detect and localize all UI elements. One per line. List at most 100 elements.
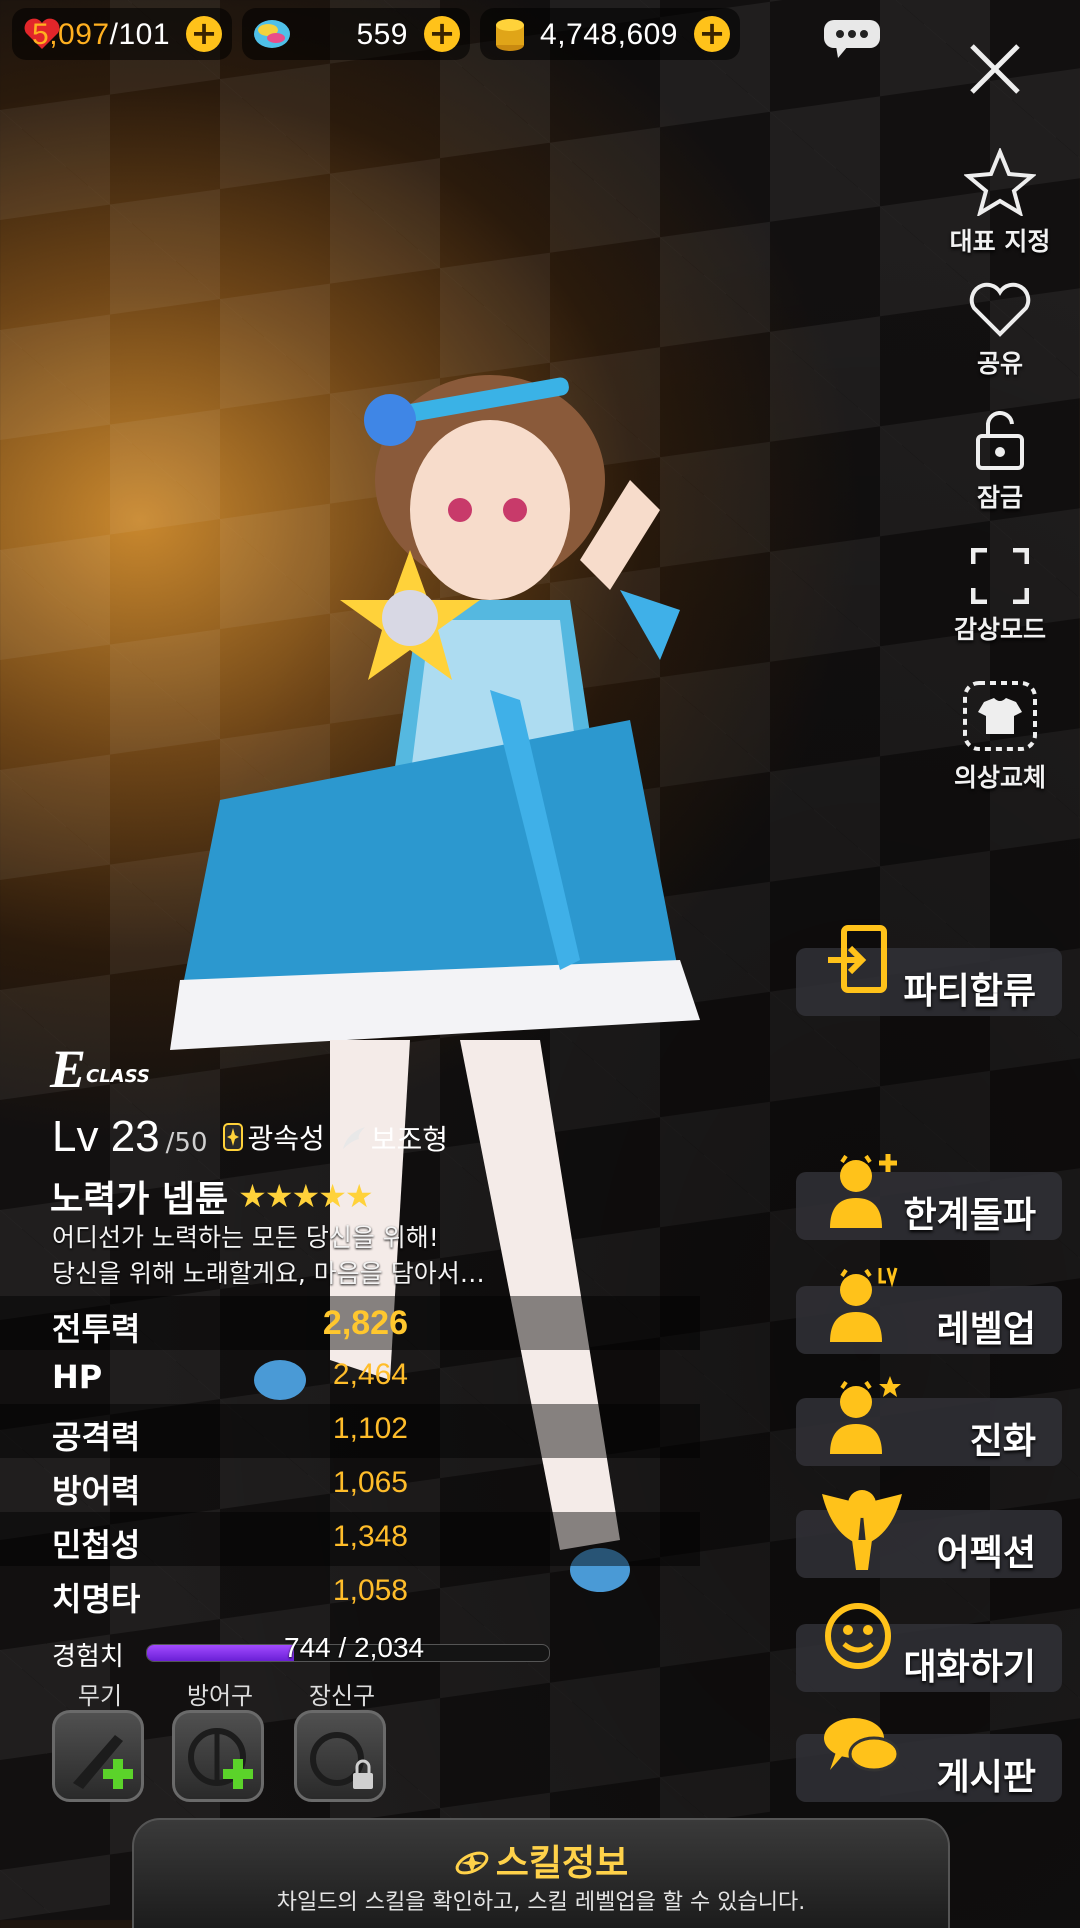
stat-value: 1,348: [332, 1520, 408, 1553]
close-icon[interactable]: [966, 40, 1024, 98]
armor-slot[interactable]: [172, 1710, 264, 1802]
fullscreen-icon: [971, 548, 1029, 604]
character-name: 노력가 넵튠: [50, 1179, 229, 1220]
evolve-label: 진화: [969, 1421, 1036, 1462]
class-letter: E: [50, 1039, 87, 1099]
gem-value: 559: [356, 18, 408, 51]
level-line: Lv 23 /50 광속성 보조형: [52, 1112, 448, 1162]
skill-info-title: 스킬정보: [134, 1834, 948, 1886]
stat-row: HP 2,464: [0, 1350, 700, 1404]
description-line-1: 어디선가 노력하는 모든 당신을 위해!: [52, 1223, 439, 1252]
join-party-button[interactable]: 파티합류: [796, 925, 1062, 1016]
accessory-slot-label: 장신구: [308, 1682, 376, 1710]
role-attribute: 보조형: [341, 1118, 448, 1158]
resource-bar: 5,097/101 + 559 + 4,748,609 +: [12, 8, 740, 60]
star-outline-icon: [964, 148, 1036, 216]
limit-break-button[interactable]: 한계돌파: [796, 1154, 1062, 1240]
stat-value: 1,065: [332, 1466, 408, 1499]
stat-row: 방어력 1,065: [0, 1458, 700, 1512]
add-gold-button[interactable]: +: [694, 16, 730, 52]
light-element-icon: [223, 1123, 244, 1151]
skill-sparkle-icon: [455, 1851, 489, 1875]
winged-emblem-icon: [822, 1490, 902, 1570]
stat-label: HP: [52, 1358, 103, 1396]
stamina-current: 5,097: [32, 18, 110, 51]
board-label: 게시판: [936, 1757, 1036, 1798]
skill-info-button[interactable]: 스킬정보 차일드의 스킬을 확인하고, 스킬 레벨업을 할 수 있습니다.: [132, 1818, 950, 1928]
element-label: 광속성: [247, 1122, 325, 1155]
view-mode-button[interactable]: 감상모드: [940, 548, 1060, 646]
speech-bubbles-icon: [824, 1718, 900, 1772]
talk-button[interactable]: 대화하기: [796, 1603, 1062, 1692]
share-label: 공유: [976, 349, 1023, 378]
set-representative-button[interactable]: 대표 지정: [940, 148, 1060, 258]
gold-coins-icon: [490, 14, 530, 54]
level-up-button[interactable]: 레벨업: [796, 1267, 1062, 1354]
change-costume-button[interactable]: 의상교체: [940, 680, 1060, 794]
character-name-line: 노력가 넵튠 ★★★★★: [50, 1170, 374, 1222]
stat-label: 공격력: [52, 1418, 141, 1456]
knife-add-icon: [73, 1735, 133, 1789]
character-description: 어디선가 노력하는 모든 당신을 위해! 당신을 위해 노래할게요, 마음을 담…: [52, 1220, 485, 1292]
join-party-label: 파티합류: [903, 971, 1036, 1012]
stats-table: 전투력 2,826 HP 2,464 공격력 1,102 방어력 1,065 민…: [0, 1296, 700, 1620]
person-star-icon: [830, 1376, 901, 1454]
skill-info-subtitle: 차일드의 스킬을 확인하고, 스킬 레벨업을 할 수 있습니다.: [276, 1890, 806, 1915]
weapon-slot[interactable]: [52, 1710, 144, 1802]
class-badge: E CLASS: [50, 1038, 230, 1099]
gold-value: 4,748,609: [540, 18, 678, 51]
chat-bubble-icon[interactable]: [822, 18, 882, 60]
exp-value: 744 / 2,034: [284, 1632, 425, 1663]
stat-row: 치명타 1,058: [0, 1566, 700, 1620]
board-button[interactable]: 게시판: [796, 1718, 1062, 1802]
affection-button[interactable]: 어펙션: [796, 1490, 1062, 1578]
change-costume-label: 의상교체: [953, 763, 1046, 792]
person-level-icon: [830, 1267, 898, 1342]
ring-locked-icon: [310, 1732, 373, 1789]
stat-label: 전투력: [52, 1310, 141, 1348]
add-stamina-button[interactable]: +: [186, 16, 222, 52]
wing-icon: [342, 1127, 365, 1149]
limit-break-label: 한계돌파: [903, 1195, 1036, 1236]
stamina-max: /101: [109, 18, 170, 51]
padlock-open-icon: [976, 411, 1024, 470]
stat-row: 공격력 1,102: [0, 1404, 700, 1458]
accessory-slot[interactable]: [294, 1710, 386, 1802]
level-max: /50: [165, 1128, 208, 1158]
stamina-value: 5,097/101: [32, 18, 170, 52]
stat-value: 2,464: [332, 1358, 408, 1391]
gold-counter: 4,748,609 +: [480, 8, 740, 60]
rainbow-gem-icon: [252, 14, 292, 54]
talk-label: 대화하기: [903, 1647, 1036, 1688]
stat-row: 민첩성 1,348: [0, 1512, 700, 1566]
heart-outline-icon: [969, 282, 1031, 337]
gem-counter: 559 +: [242, 8, 470, 60]
shield-add-icon: [188, 1728, 253, 1789]
stat-label: 방어력: [52, 1472, 141, 1510]
stat-value: 1,102: [332, 1412, 408, 1445]
stat-row: 전투력 2,826: [0, 1296, 700, 1350]
description-line-2: 당신을 위해 노래할게요, 마음을 담아서…: [52, 1259, 485, 1288]
evolve-button[interactable]: 진화: [796, 1376, 1062, 1466]
shirt-icon: [963, 681, 1037, 751]
element-attribute: 광속성: [223, 1117, 325, 1157]
role-label: 보조형: [370, 1123, 449, 1156]
stat-label: 민첩성: [52, 1526, 141, 1564]
enter-door-icon: [828, 925, 887, 993]
view-mode-label: 감상모드: [953, 615, 1046, 644]
level-up-label: 레벨업: [936, 1309, 1036, 1350]
affection-label: 어펙션: [936, 1533, 1036, 1574]
stat-label: 치명타: [52, 1580, 141, 1618]
rarity-stars: ★★★★★: [238, 1177, 373, 1215]
set-representative-label: 대표 지정: [949, 227, 1051, 256]
exp-label: 경험치: [52, 1642, 124, 1672]
stamina-counter: 5,097/101 +: [12, 8, 232, 60]
class-word: CLASS: [86, 1066, 150, 1087]
exp-bar-fill: [147, 1645, 295, 1661]
share-button[interactable]: 공유: [940, 282, 1060, 380]
armor-slot-label: 방어구: [186, 1682, 254, 1710]
skill-info-label: 스킬정보: [495, 1843, 629, 1884]
stat-value: 2,826: [322, 1304, 408, 1342]
lock-button[interactable]: 잠금: [940, 410, 1060, 514]
add-gems-button[interactable]: +: [424, 16, 460, 52]
